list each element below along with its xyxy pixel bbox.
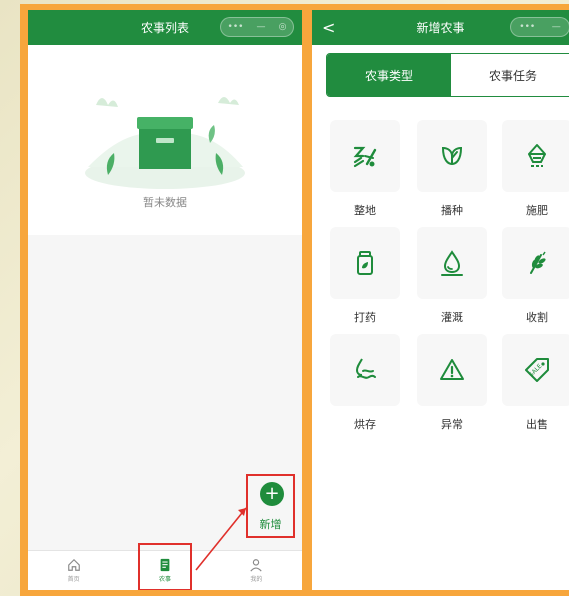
type-card [502,227,569,299]
empty-state: 暂未数据 [28,45,302,235]
plus-icon: + [264,483,280,504]
type-card [330,120,400,192]
empty-text: 暂未数据 [143,196,187,209]
type-item-harvest[interactable]: 收割 [502,227,569,325]
type-label: 出售 [526,418,548,431]
pesticide-bottle-icon [357,251,373,275]
content-area: 暂未数据 + 新增 首页 农事 我的 [28,45,302,590]
add-button[interactable]: + [260,482,284,506]
type-item-irrigate[interactable]: 灌溉 [417,227,487,325]
type-card [330,334,400,406]
add-highlight-box: + 新增 [246,474,295,538]
warning-icon [440,359,464,380]
add-farm-screen: < 新增农事 ••• — 农事类型 农事任务 整地 播种 施肥 打药 灌溉 收割… [312,10,569,590]
type-label: 施肥 [526,204,548,217]
type-label: 灌溉 [441,311,463,324]
type-card [417,334,487,406]
type-label: 收割 [526,311,548,324]
close-target-icon[interactable]: ◎ [279,22,287,32]
mini-program-capsule[interactable]: ••• — [510,17,569,37]
drying-icon [355,358,376,379]
type-item-abnormal[interactable]: 异常 [417,334,487,432]
type-item-spray[interactable]: 打药 [330,227,400,325]
title-bar: < 新增农事 ••• — [312,10,569,45]
mini-program-capsule[interactable]: ••• — ◎ [220,17,294,37]
type-card [502,120,569,192]
type-label: 异常 [441,418,463,431]
tab-home[interactable]: 首页 [28,551,119,590]
type-card [330,227,400,299]
farm-list-screen: 农事列表 ••• — ◎ 暂未数据 + 新增 首页 农事 我的 [28,10,302,590]
tillage-icon [353,146,377,168]
water-drop-icon [441,250,463,276]
tab-label: 我的 [250,576,263,583]
type-label: 烘存 [354,418,376,431]
empty-box-illustration [85,97,245,189]
wheat-icon [530,251,546,274]
title-bar: 农事列表 ••• — ◎ [28,10,302,45]
type-item-sowing[interactable]: 播种 [417,120,487,218]
type-card [417,227,487,299]
more-icon[interactable]: ••• [519,22,535,32]
fertilizer-icon [528,144,546,167]
tab-highlight-box [138,543,192,590]
minimize-icon[interactable]: — [257,22,266,32]
segment-control: 农事类型 农事任务 [326,53,569,97]
home-icon [67,558,80,571]
tab-mine[interactable]: 我的 [211,551,302,590]
type-item-dry-storage[interactable]: 烘存 [330,334,400,432]
add-label[interactable]: 新增 [248,516,293,532]
tab-bar: 首页 农事 我的 [28,543,302,590]
back-icon[interactable]: < [322,18,335,37]
page-title: 新增农事 [416,21,465,35]
type-card [417,120,487,192]
leaf-icon [441,146,463,166]
page-title: 农事列表 [140,21,189,35]
type-label: 整地 [354,204,376,217]
type-label: 播种 [441,204,463,217]
more-icon[interactable]: ••• [228,22,244,32]
sale-tag-icon: SALE [525,358,549,382]
type-item-tillage[interactable]: 整地 [330,120,400,218]
type-label: 打药 [354,311,376,324]
type-item-fertilize[interactable]: 施肥 [502,120,569,218]
type-card: SALE [502,334,569,406]
type-item-sale[interactable]: SALE 出售 [502,334,569,432]
tab-label: 首页 [67,576,80,583]
tab-farm-type[interactable]: 农事类型 [327,54,451,96]
tab-farm-task[interactable]: 农事任务 [451,54,569,96]
user-icon [250,559,262,572]
minimize-icon[interactable]: — [552,22,561,32]
